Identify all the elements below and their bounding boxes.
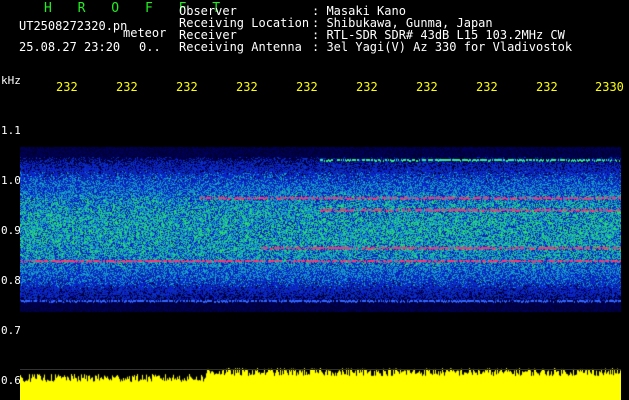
x-tick-3: 232	[176, 80, 198, 94]
y-tick-0-6: 0.6	[1, 374, 21, 387]
x-tick-5: 232	[296, 80, 318, 94]
x-tick-10: 2330	[595, 80, 624, 94]
y-tick-0-8: 0.8	[1, 274, 21, 287]
spectrogram-canvas	[20, 97, 621, 400]
y-tick-0-9: 0.9	[1, 224, 21, 237]
x-tick-9: 232	[536, 80, 558, 94]
meteor-label: meteor	[123, 26, 167, 40]
y-tick-1-0: 1.0	[1, 174, 21, 187]
info-label-antenna: Receiving Antenna	[179, 40, 302, 54]
filename-label: UT2508272320.pn	[19, 19, 128, 33]
count-label: 0..	[139, 40, 161, 54]
y-axis-unit: kHz	[1, 74, 21, 87]
x-tick-7: 232	[416, 80, 438, 94]
x-tick-8: 232	[476, 80, 498, 94]
y-tick-0-7: 0.7	[1, 324, 21, 337]
y-tick-1-1: 1.1	[1, 124, 21, 137]
x-tick-4: 232	[236, 80, 258, 94]
x-tick-1: 232	[56, 80, 78, 94]
x-tick-6: 232	[356, 80, 378, 94]
datetime-label: 25.08.27 23:20	[19, 40, 121, 54]
x-tick-2: 232	[116, 80, 138, 94]
info-value-antenna: : 3el Yagi(V) Az 330 for Vladivostok	[312, 40, 573, 54]
power-trace-divider	[20, 369, 621, 370]
